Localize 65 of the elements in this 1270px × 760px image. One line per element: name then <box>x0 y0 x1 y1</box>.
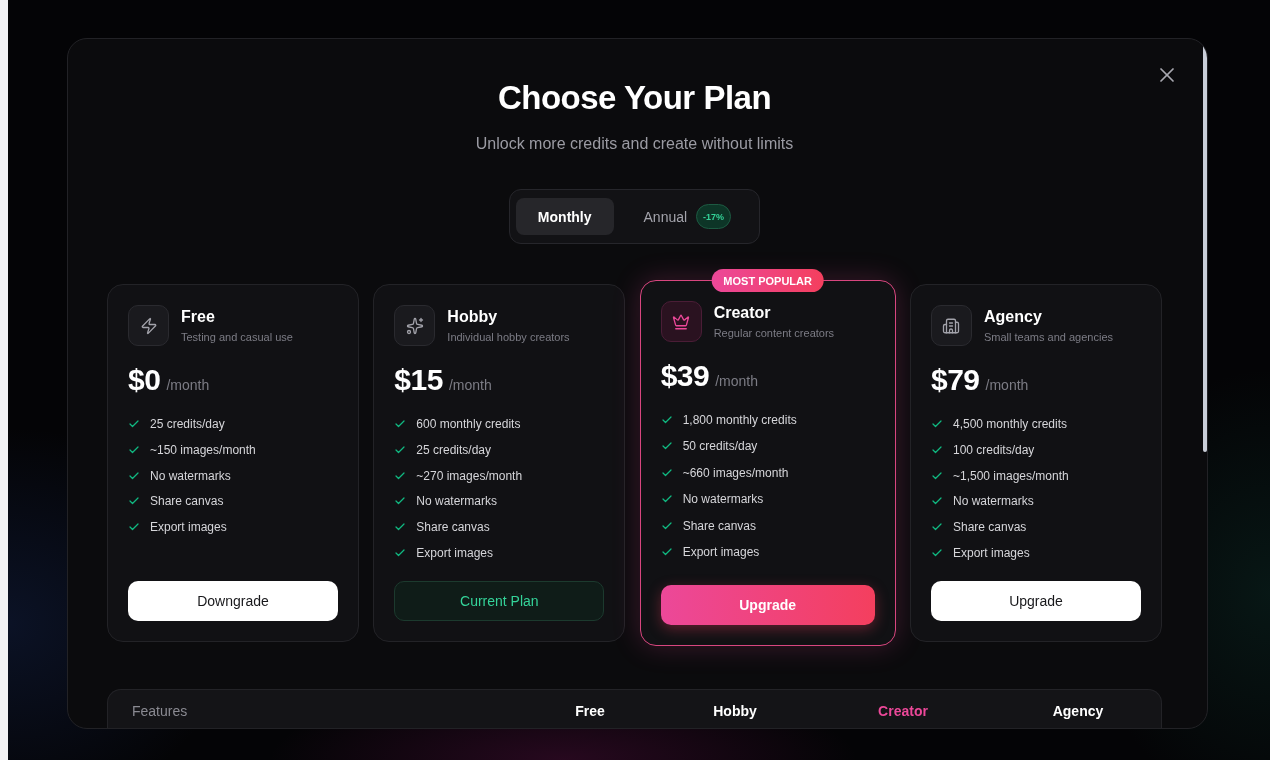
feature-text: ~1,500 images/month <box>953 467 1069 485</box>
feature-text: Share canvas <box>953 519 1027 536</box>
feature-text: Share canvas <box>416 519 490 536</box>
table-heading: Features <box>132 702 189 721</box>
feature-text: 25 credits/day <box>150 416 225 433</box>
feature-text: Share canvas <box>150 493 224 511</box>
column-header: Free <box>574 702 606 721</box>
check-icon <box>931 521 943 533</box>
lightning-icon <box>128 305 169 346</box>
sparkles-icon <box>394 305 436 346</box>
plan-description: Small teams and agencies <box>984 329 1113 345</box>
billing-tab[interactable]: Monthly <box>515 198 614 235</box>
feature-text: 4,500 monthly credits <box>953 416 1068 433</box>
plan-description: Individual hobby creators <box>447 329 570 345</box>
column-header: Agency <box>1051 702 1105 721</box>
price-amount: $39 <box>660 358 710 394</box>
feature-text: ~150 images/month <box>150 441 256 459</box>
plan-description: Testing and casual use <box>181 329 293 345</box>
column-header: Hobby <box>712 702 758 721</box>
dialog-subtitle: Unlock more credits and create without limits <box>475 134 794 154</box>
check-icon <box>394 418 407 430</box>
plan-button[interactable]: Current Plan <box>394 581 605 621</box>
feature-text: 50 credits/day <box>682 438 758 456</box>
price-amount: $0 <box>128 362 161 398</box>
feature-text: 600 monthly credits <box>416 416 521 433</box>
check-icon <box>394 521 407 533</box>
price-amount: $79 <box>931 362 980 398</box>
check-icon <box>931 418 943 430</box>
feature-text: 1,800 monthly credits <box>682 412 797 429</box>
plan-name: Agency <box>984 306 1043 327</box>
price-period: /month <box>448 377 492 393</box>
feature-text: 100 credits/day <box>953 441 1035 459</box>
billing-tab[interactable]: Annual -17% <box>621 198 754 235</box>
check-icon <box>128 521 140 533</box>
price-period: /month <box>715 373 759 389</box>
plan-name: Hobby <box>447 306 499 327</box>
plan-button[interactable]: Downgrade <box>128 581 338 621</box>
feature-text: Export images <box>682 543 760 561</box>
crown-icon <box>660 301 702 342</box>
plan-name: Free <box>181 306 216 327</box>
feature-text: Share canvas <box>682 517 757 535</box>
feature-text: No watermarks <box>150 467 231 485</box>
building-icon <box>931 305 972 346</box>
plan-description: Regular content creators <box>713 325 835 341</box>
feature-text: ~270 images/month <box>416 467 523 485</box>
dialog-title: Choose Your Plan <box>497 78 772 118</box>
plan-button[interactable]: Upgrade <box>660 585 875 625</box>
discount-badge: -17% <box>696 204 732 229</box>
price-period: /month <box>985 377 1029 393</box>
feature-text: Export images <box>416 544 494 562</box>
price-period: /month <box>166 377 210 393</box>
check-icon <box>660 414 673 426</box>
feature-text: Export images <box>953 544 1030 562</box>
feature-text: No watermarks <box>953 493 1034 511</box>
feature-text: Export images <box>150 519 227 536</box>
feature-text: No watermarks <box>682 491 764 509</box>
check-icon <box>128 418 140 430</box>
feature-text: 25 credits/day <box>416 441 492 459</box>
plan-name: Creator <box>713 302 772 323</box>
column-header: Creator <box>877 702 929 721</box>
feature-text: ~660 images/month <box>682 464 789 482</box>
plan-button[interactable]: Upgrade <box>931 581 1141 621</box>
price-amount: $15 <box>394 362 443 398</box>
popular-badge: MOST POPULAR <box>711 269 824 292</box>
feature-text: No watermarks <box>416 493 497 511</box>
